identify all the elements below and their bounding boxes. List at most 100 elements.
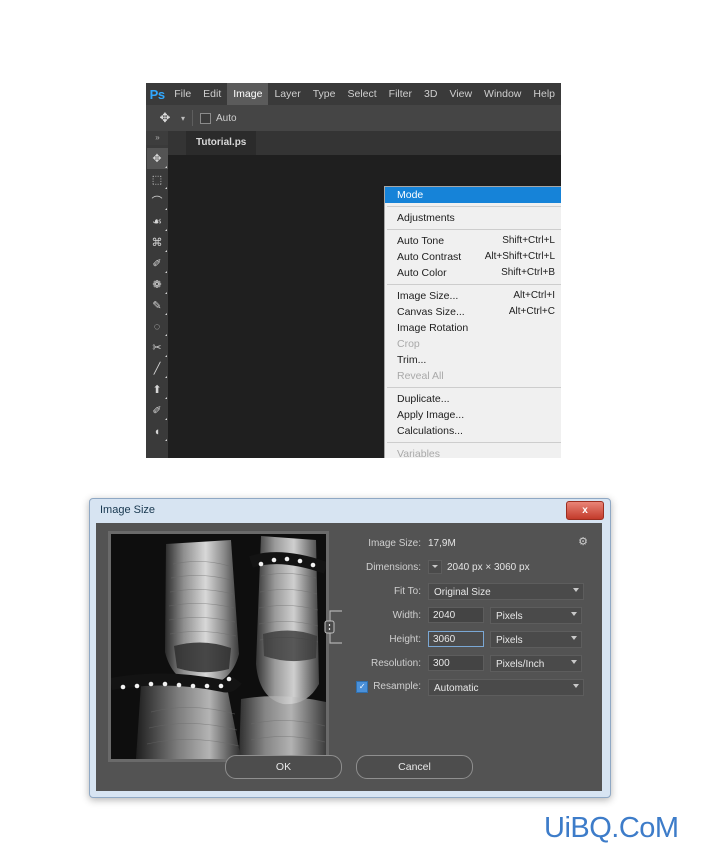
chevron-down-icon [571,612,577,616]
width-input[interactable]: 2040 [428,607,484,623]
menubar-items: FileEditImageLayerTypeSelectFilter3DView… [168,83,561,105]
menubar-item-select[interactable]: Select [341,83,382,105]
dodge-tool-icon[interactable]: ◖ [147,421,168,442]
panel-collapse-icon[interactable]: » [146,131,168,145]
image-menu-item-variables: Variables [385,446,561,458]
photoshop-window: Ps FileEditImageLayerTypeSelectFilter3DV… [146,83,561,458]
tool-expand-corner-icon [165,229,167,231]
resample-label: Resample: [373,681,421,692]
menubar-item-filter[interactable]: Filter [383,83,418,105]
dialog-buttons: OK Cancel [96,755,602,779]
rectangular-marquee-tool-icon[interactable]: ⬚ [147,169,168,190]
fit-to-row: Fit To: Original Size [346,581,594,601]
fit-to-value: Original Size [434,587,491,598]
quick-selection-tool-icon[interactable]: ☙ [147,211,168,232]
image-menu-item-reveal-all: Reveal All [385,368,561,384]
image-menu-item-duplicate[interactable]: Duplicate... [385,391,561,407]
fit-to-label: Fit To: [346,586,428,597]
chevron-down-icon [573,684,579,688]
dimensions-row: Dimensions: 2040 px × 3060 px [346,557,594,577]
image-menu-item-image-size[interactable]: Image Size...Alt+Ctrl+I [385,288,561,304]
tool-expand-corner-icon [165,313,167,315]
height-unit-select[interactable]: Pixels [490,631,582,648]
image-menu-item-trim[interactable]: Trim... [385,352,561,368]
resample-checkbox[interactable]: ✓ [356,681,368,693]
image-menu-item-adjustments[interactable]: Adjustments [385,210,561,226]
menu-item-label: Image Rotation [397,322,468,334]
fit-to-select[interactable]: Original Size [428,583,584,600]
image-size-dialog: Image Size x [89,498,611,798]
image-menu-item-image-rotation[interactable]: Image Rotation [385,320,561,336]
move-tool-icon[interactable]: ✥ [154,107,176,129]
menu-item-label: Crop [397,338,420,350]
gradient-tool-icon[interactable]: ⬆ [147,379,168,400]
menubar-item-3d[interactable]: 3D [418,83,443,105]
resolution-unit-select[interactable]: Pixels/Inch [490,655,582,672]
crop-tool-icon[interactable]: ⌘ [147,232,168,253]
cancel-button[interactable]: Cancel [356,755,473,779]
dimensions-units-dropdown[interactable] [428,560,442,574]
image-preview-frame [108,531,329,762]
lasso-tool-icon[interactable]: ⌒ [147,190,168,211]
image-menu-item-mode[interactable]: Mode [385,187,561,203]
tool-expand-corner-icon [165,250,167,252]
menu-item-label: Auto Contrast [397,251,461,263]
tool-expand-corner-icon [165,334,167,336]
document-tab[interactable]: Tutorial.ps [186,131,256,155]
menubar-item-window[interactable]: Window [478,83,527,105]
chevron-down-icon [573,588,579,592]
tool-expand-corner-icon [165,208,167,210]
eyedropper-tool-icon[interactable]: ✐ [147,253,168,274]
tool-expand-corner-icon [165,187,167,189]
image-size-value: 17,9M [428,538,456,549]
menubar-item-file[interactable]: File [168,83,197,105]
auto-select-label: Auto [216,113,237,124]
height-input[interactable]: 3060 [428,631,484,647]
image-menu-item-crop: Crop [385,336,561,352]
document-tab-bar: Tutorial.ps [168,131,561,155]
spot-healing-brush-tool-icon[interactable]: ❁ [147,274,168,295]
blur-tool-icon[interactable]: ✐ [147,400,168,421]
menubar-item-layer[interactable]: Layer [268,83,306,105]
eraser-tool-icon[interactable]: ╱ [147,358,168,379]
menu-item-label: Reveal All [397,370,444,382]
photoshop-menubar: Ps FileEditImageLayerTypeSelectFilter3DV… [146,83,561,105]
image-preview [111,534,326,759]
menubar-item-image[interactable]: Image [227,83,268,105]
auto-select-checkbox[interactable] [200,113,211,124]
width-unit-select[interactable]: Pixels [490,607,582,624]
resolution-input[interactable]: 300 [428,655,484,671]
move-tool-icon[interactable]: ✥ [147,148,168,169]
menubar-item-help[interactable]: Help [527,83,561,105]
watermark: UiBQ.CoM [544,812,679,845]
image-menu-item-canvas-size[interactable]: Canvas Size...Alt+Ctrl+C [385,304,561,320]
resample-select[interactable]: Automatic [428,679,584,696]
image-menu-item-apply-image[interactable]: Apply Image... [385,407,561,423]
ok-button[interactable]: OK [225,755,342,779]
tool-expand-corner-icon [165,397,167,399]
tool-expand-corner-icon [165,271,167,273]
menubar-item-type[interactable]: Type [307,83,342,105]
menu-separator [387,442,561,443]
options-divider [192,110,193,126]
image-menu-item-auto-tone[interactable]: Auto ToneShift+Ctrl+L [385,233,561,249]
menubar-item-edit[interactable]: Edit [197,83,227,105]
menu-item-label: Mode [397,189,423,201]
menu-item-label: Calculations... [397,425,463,437]
tool-expand-corner-icon [165,439,167,441]
menubar-item-view[interactable]: View [443,83,478,105]
history-brush-tool-icon[interactable]: ✂ [147,337,168,358]
resample-row: ✓ Resample: Automatic [346,677,594,697]
chevron-down-icon [571,636,577,640]
height-row: Height: 3060 Pixels [346,629,594,649]
gear-icon[interactable]: ⚙ [578,535,588,548]
image-menu-item-auto-color[interactable]: Auto ColorShift+Ctrl+B [385,265,561,281]
image-menu-item-calculations[interactable]: Calculations... [385,423,561,439]
tool-preset-chevron-down-icon[interactable]: ▾ [181,114,185,123]
brush-tool-icon[interactable]: ✎ [147,295,168,316]
link-constrain-icon[interactable] [322,607,346,647]
close-icon[interactable]: x [566,501,604,520]
clone-stamp-tool-icon[interactable]: ◌ [147,316,168,337]
image-menu-item-auto-contrast[interactable]: Auto ContrastAlt+Shift+Ctrl+L [385,249,561,265]
dialog-titlebar: Image Size x [90,499,610,521]
